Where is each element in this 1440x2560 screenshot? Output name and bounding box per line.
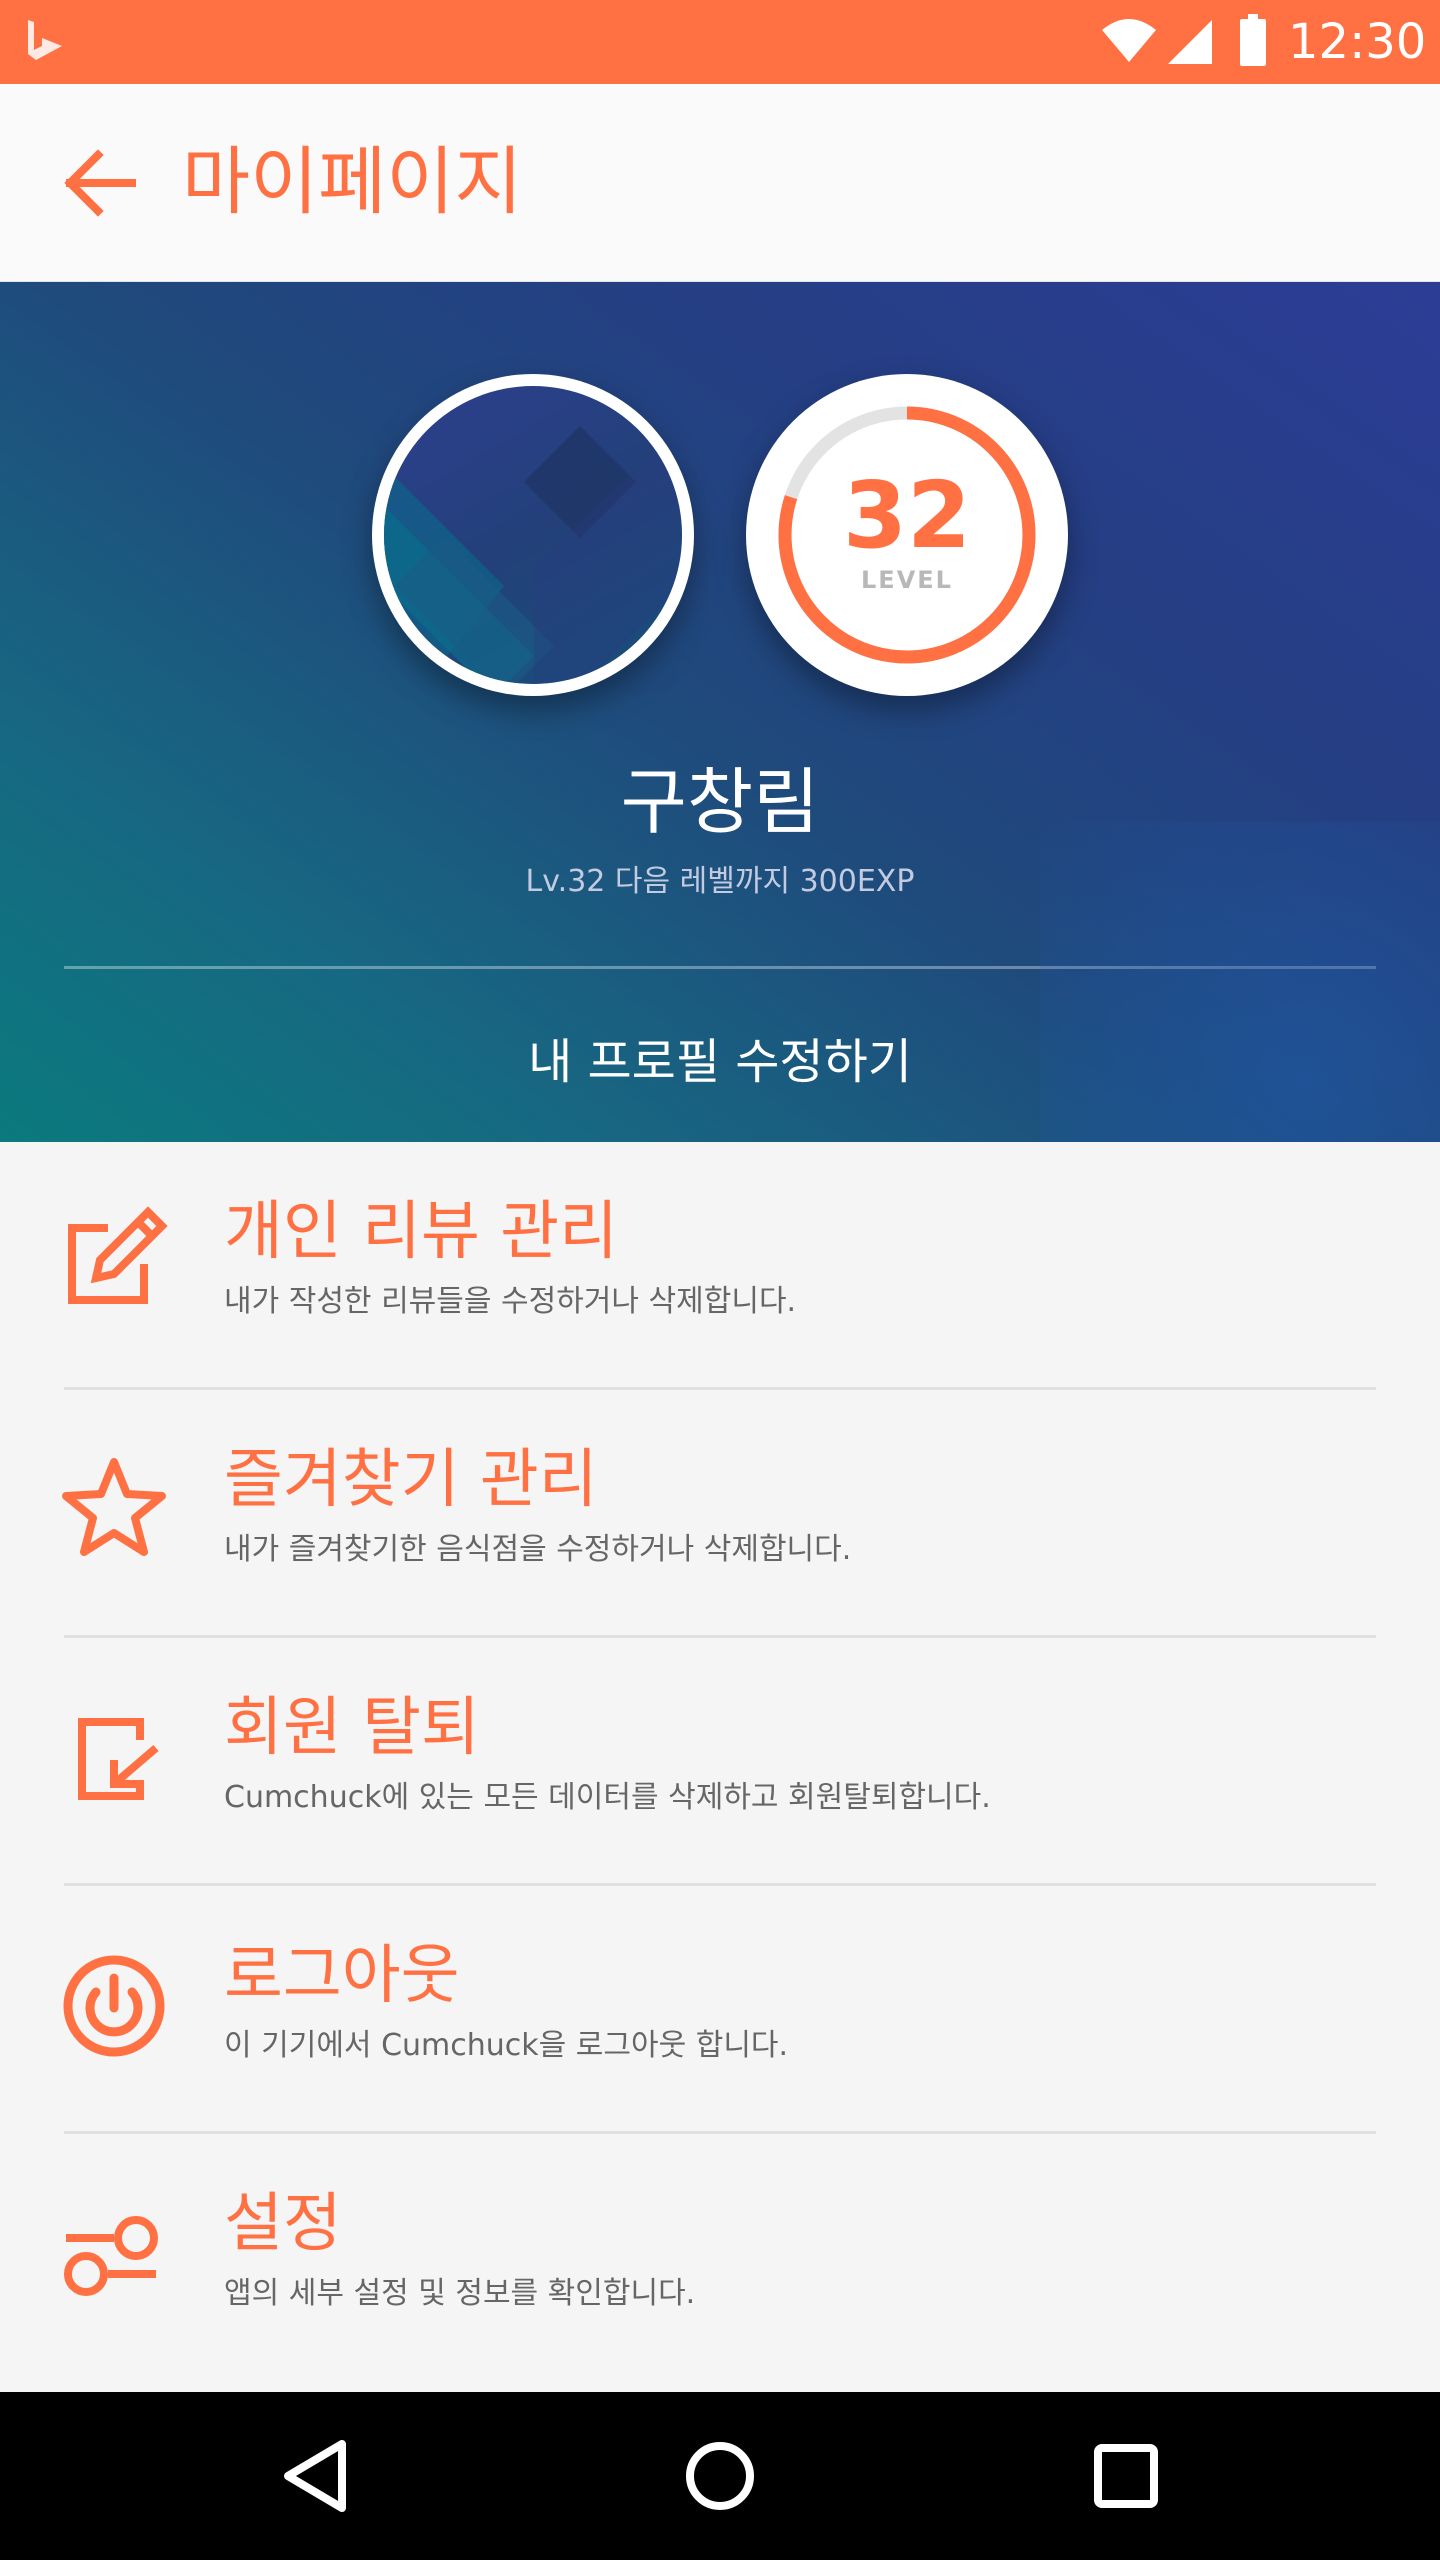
user-name: 구창림 — [620, 760, 820, 844]
level-label: LEVEL — [861, 566, 953, 594]
menu-item-favorites-management[interactable]: 즐겨찾기 관리 내가 즐겨찾기한 음식점을 수정하거나 삭제합니다. — [0, 1390, 1440, 1638]
app-logo-icon — [28, 20, 62, 60]
level-number: 32 — [842, 462, 972, 569]
back-triangle-icon[interactable] — [266, 2426, 366, 2526]
menu-item-logout[interactable]: 로그아웃 이 기기에서 Cumchuck을 로그아웃 합니다. — [0, 1886, 1440, 2134]
menu-item-review-management[interactable]: 개인 리뷰 관리 내가 작성한 리뷰들을 수정하거나 삭제합니다. — [0, 1142, 1440, 1390]
menu-item-description: 내가 작성한 리뷰들을 수정하거나 삭제합니다. — [224, 1284, 797, 1319]
exit-icon — [58, 1700, 170, 1812]
divider — [64, 966, 1376, 969]
menu-item-description: 이 기기에서 Cumchuck을 로그아웃 합니다. — [224, 2028, 789, 2063]
power-icon — [58, 1948, 170, 2060]
recents-square-icon[interactable] — [1076, 2426, 1176, 2526]
star-icon — [58, 1452, 170, 1564]
menu-item-title: 회원 탈퇴 — [224, 1691, 480, 1765]
menu-item-settings[interactable]: 설정 앱의 세부 설정 및 정보를 확인합니다. — [0, 2134, 1440, 2382]
menu-item-description: 앱의 세부 설정 및 정보를 확인합니다. — [224, 2276, 696, 2311]
settings-toggle-icon — [58, 2196, 170, 2308]
edit-icon — [58, 1204, 170, 1316]
menu-item-description: Cumchuck에 있는 모든 데이터를 삭제하고 회원탈퇴합니다. — [224, 1780, 991, 1815]
menu-item-description: 내가 즐겨찾기한 음식점을 수정하거나 삭제합니다. — [224, 1532, 852, 1567]
avatar-image — [384, 386, 682, 684]
signal-icon — [1168, 20, 1212, 64]
menu-item-title: 개인 리뷰 관리 — [224, 1195, 618, 1269]
menu-item-title: 로그아웃 — [224, 1939, 460, 2013]
app-bar: 마이페이지 — [0, 84, 1440, 282]
edit-profile-button[interactable]: 내 프로필 수정하기 — [0, 1012, 1440, 1112]
level-badge: 32 LEVEL — [746, 374, 1068, 696]
home-circle-icon[interactable] — [670, 2426, 770, 2526]
menu-item-withdraw-membership[interactable]: 회원 탈퇴 Cumchuck에 있는 모든 데이터를 삭제하고 회원탈퇴합니다. — [0, 1638, 1440, 1886]
menu-item-title: 즐겨찾기 관리 — [224, 1443, 598, 1517]
clock-time: 12:30 — [1288, 14, 1427, 70]
level-progress-text: Lv.32 다음 레벨까지 300EXP — [525, 864, 915, 899]
navigation-bar — [0, 2392, 1440, 2560]
menu-item-title: 설정 — [224, 2187, 342, 2261]
profile-header: 32 LEVEL 구창림 Lv.32 다음 레벨까지 300EXP 내 프로필 … — [0, 282, 1440, 1142]
battery-icon — [1240, 14, 1266, 66]
wifi-icon — [1102, 19, 1156, 62]
page-title: 마이페이지 — [182, 139, 523, 225]
avatar — [372, 374, 694, 696]
status-bar: 12:30 — [0, 0, 1440, 84]
arrow-back-icon[interactable] — [58, 141, 142, 225]
